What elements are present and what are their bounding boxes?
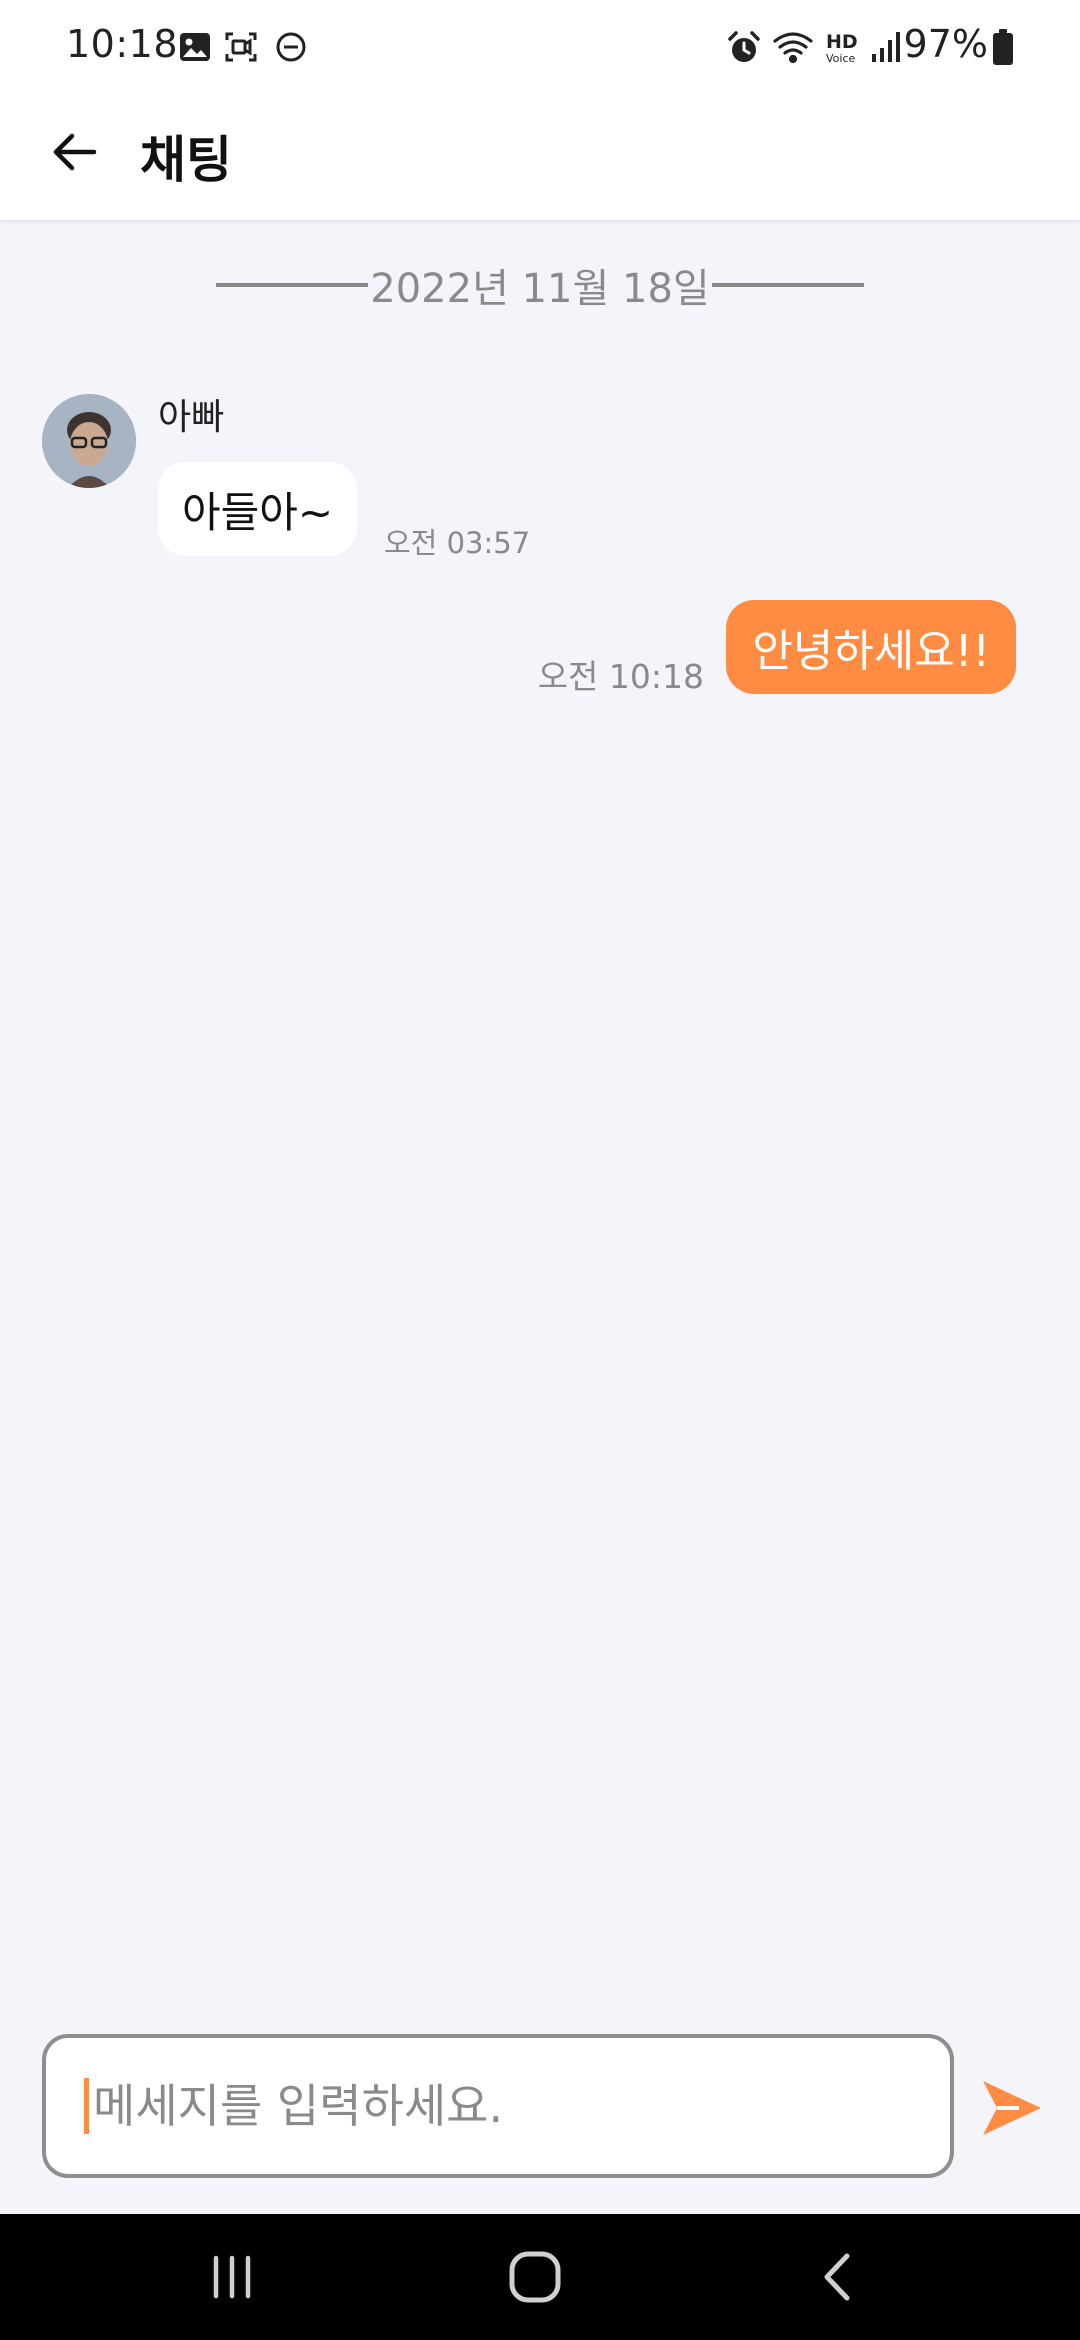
text-cursor — [84, 2078, 89, 2134]
incoming-message-time: 오전 03:57 — [384, 526, 531, 560]
battery-icon — [992, 28, 1014, 70]
screen-record-icon — [224, 30, 258, 68]
outgoing-message-time: 오전 10:18 — [537, 657, 704, 696]
arrow-left-icon — [53, 133, 97, 171]
back-button[interactable] — [38, 116, 110, 188]
status-time: 10:18 — [66, 22, 179, 66]
nav-bar — [0, 2214, 1080, 2340]
divider-line-right — [711, 283, 864, 287]
gallery-icon — [178, 30, 212, 68]
outgoing-message-bubble[interactable]: 안녕하세요!! — [726, 600, 1016, 694]
svg-text:HD: HD — [826, 31, 858, 53]
hd-voice-icon: HD Voice — [824, 28, 864, 72]
recent-apps-icon — [213, 2255, 251, 2299]
message-input[interactable] — [91, 2078, 915, 2134]
system-back-button[interactable] — [777, 2232, 897, 2322]
alarm-icon — [726, 30, 762, 70]
send-button[interactable] — [972, 2068, 1052, 2148]
sender-name: 아빠 — [158, 397, 225, 438]
divider-line-left — [216, 283, 369, 287]
send-icon — [983, 2081, 1041, 2135]
chat-area[interactable]: 2022년 11월 18일 아빠 아들아~ 오전 03:57 안녕하세요!! 오… — [0, 220, 1080, 2000]
recent-apps-button[interactable] — [172, 2232, 292, 2322]
do-not-disturb-icon — [274, 30, 308, 68]
back-icon — [824, 2253, 850, 2301]
battery-percent: 97% — [903, 22, 988, 66]
home-button[interactable] — [475, 2232, 595, 2322]
status-bar: 10:18 HD Voice 97% — [0, 0, 1080, 96]
app-bar: 채팅 — [0, 96, 1080, 220]
date-label: 2022년 11월 18일 — [370, 266, 710, 312]
signal-icon — [870, 30, 902, 68]
home-icon — [509, 2251, 561, 2303]
page-title: 채팅 — [140, 131, 232, 189]
message-input-box[interactable] — [42, 2034, 954, 2178]
date-divider: 2022년 11월 18일 — [216, 260, 864, 312]
avatar[interactable] — [42, 394, 136, 488]
wifi-icon — [772, 30, 814, 70]
svg-text:Voice: Voice — [826, 52, 856, 65]
incoming-message-bubble[interactable]: 아들아~ — [158, 462, 358, 556]
